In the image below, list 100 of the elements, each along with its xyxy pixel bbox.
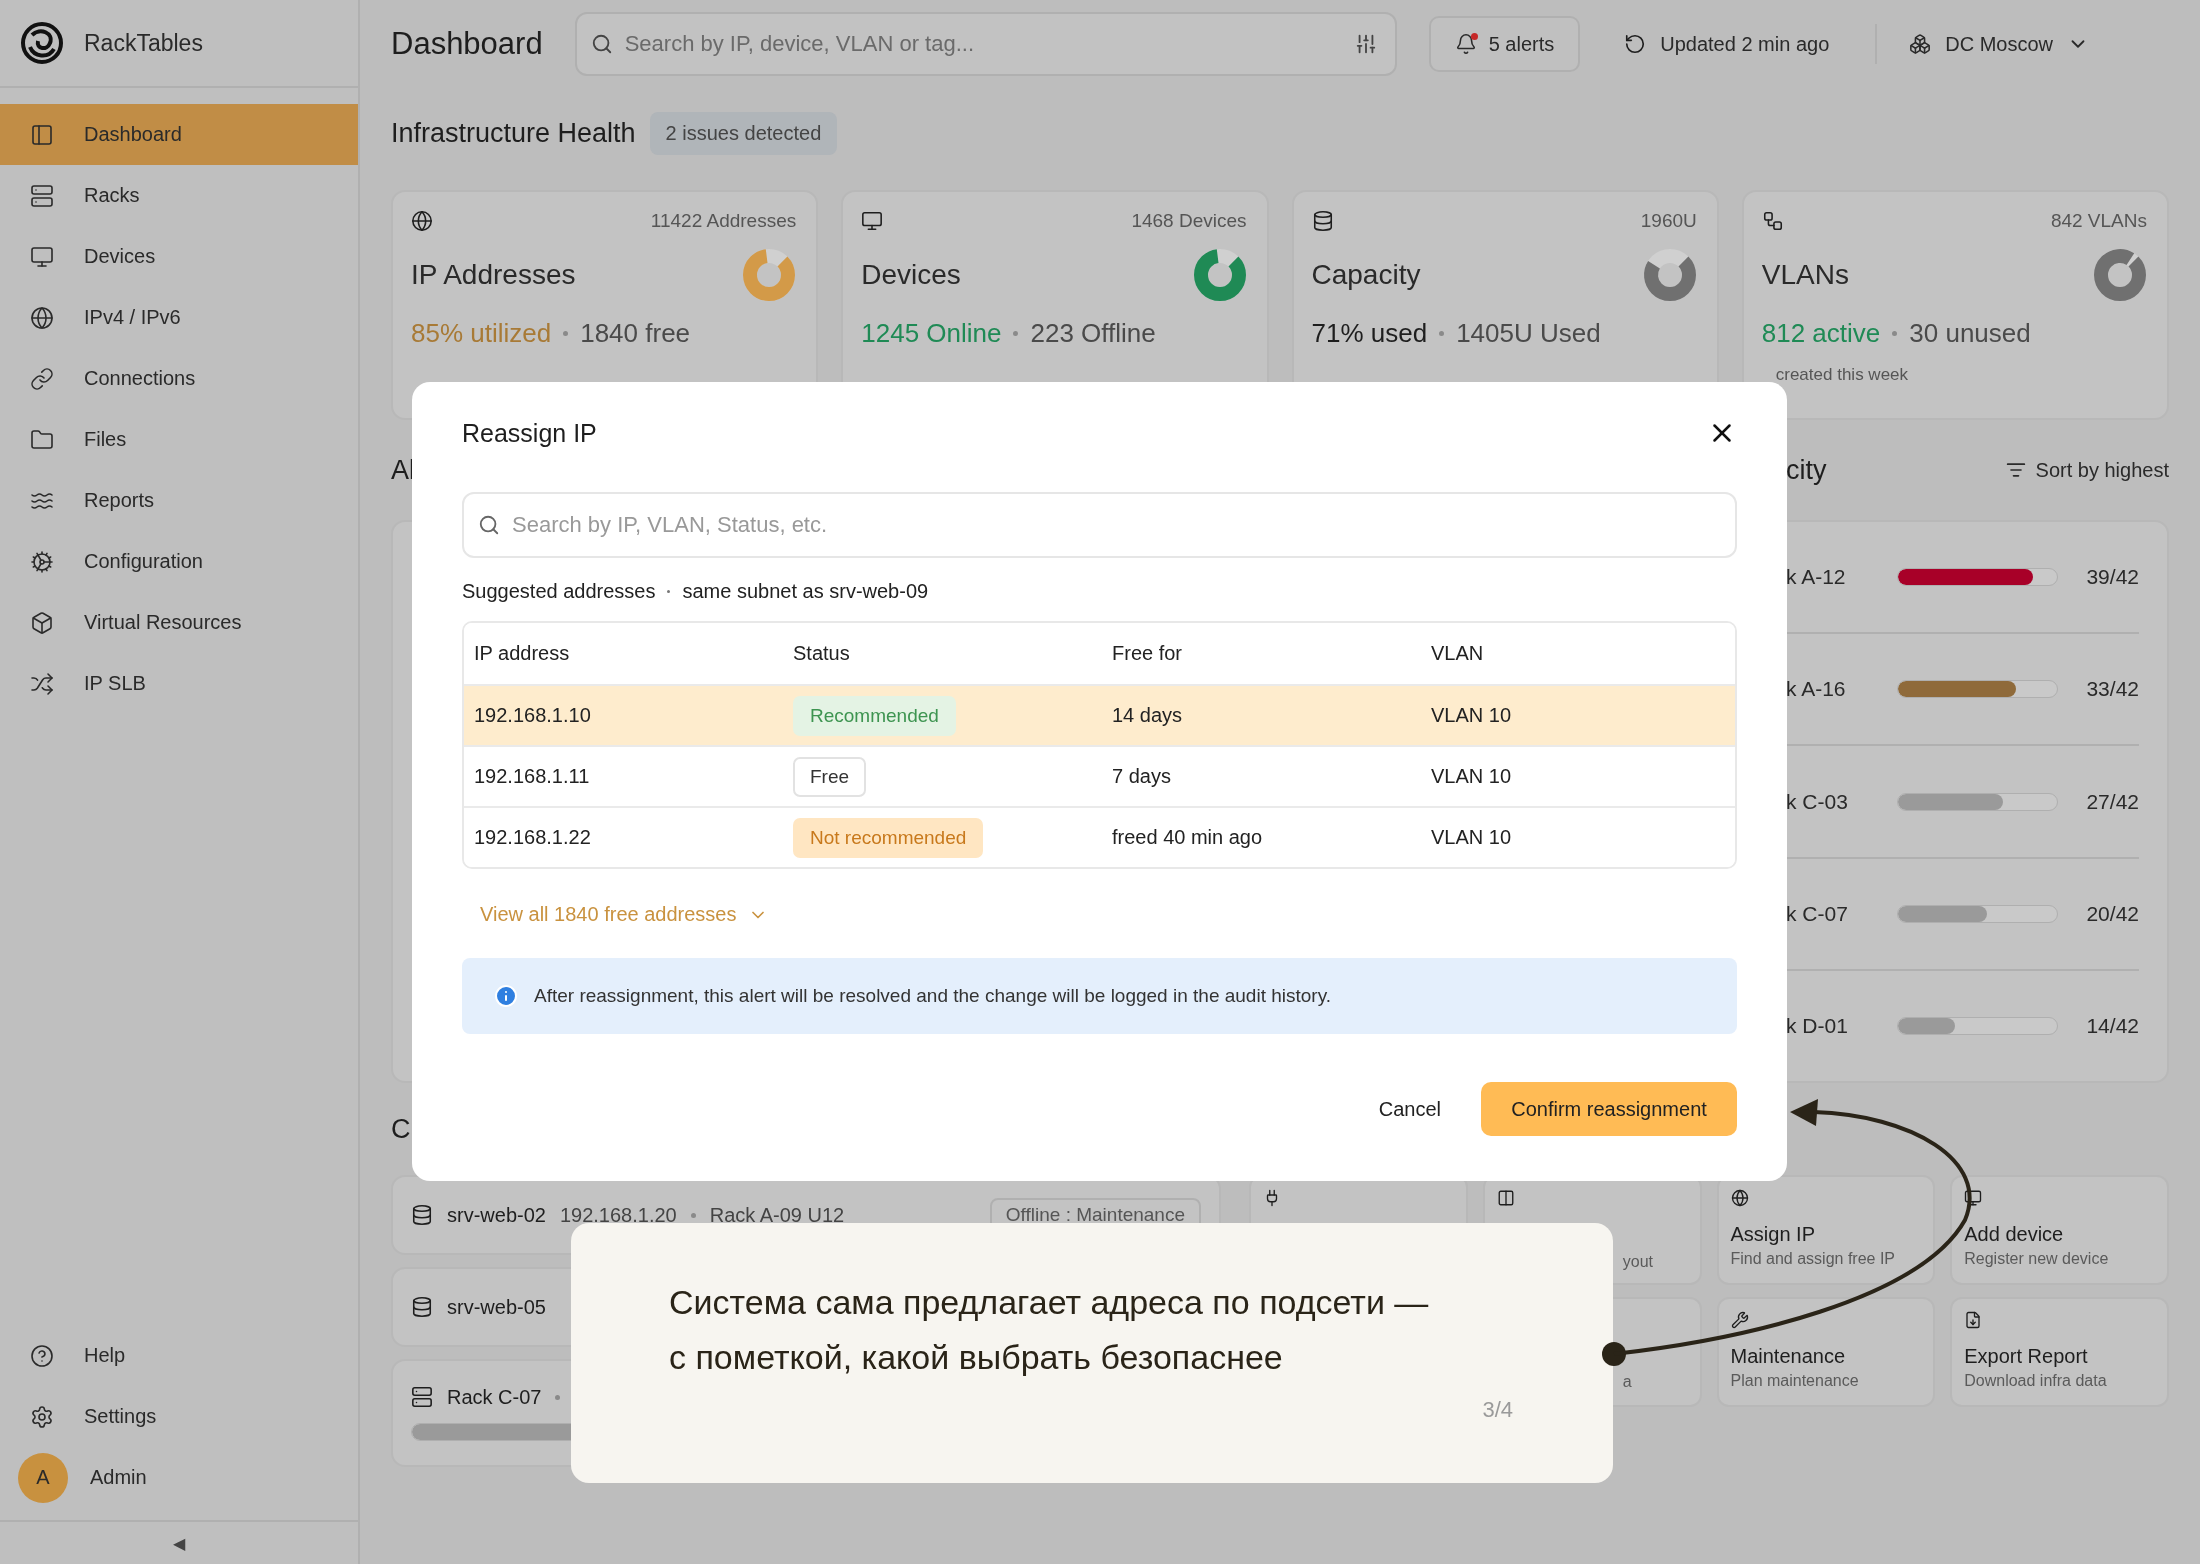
column-header: Free for xyxy=(1112,642,1184,665)
user-menu[interactable]: A Admin xyxy=(0,1447,358,1508)
action-subtitle: Plan maintenance xyxy=(1730,1372,1860,1390)
location-dropdown[interactable]: DC Moscow xyxy=(1909,32,2090,56)
help-icon xyxy=(30,1343,54,1368)
step-counter: 3/4 xyxy=(1482,1397,1513,1423)
collapse-button[interactable]: ◀ xyxy=(173,1533,185,1553)
metric-title: VLANs xyxy=(1761,259,1849,291)
table-cell-text: VLAN 10 xyxy=(1431,704,1513,727)
donut-chart xyxy=(1642,248,1697,302)
nav-item[interactable]: IP SLB xyxy=(0,653,358,714)
column-header: Status xyxy=(793,642,851,665)
filter-icon[interactable] xyxy=(1354,33,1377,55)
wrench-icon xyxy=(1730,1311,1749,1329)
metric-title: Devices xyxy=(861,259,961,291)
globe-icon xyxy=(411,210,433,232)
status-badge: Free xyxy=(793,756,867,797)
action-title: Export Report xyxy=(1964,1345,2089,1368)
metric-highlight: 1245 Online xyxy=(861,318,1002,349)
quick-action-card[interactable]: Assign IP Find and assign free IP xyxy=(1716,1175,1936,1285)
nav-item[interactable]: Settings xyxy=(0,1386,358,1447)
panel-icon xyxy=(30,122,54,147)
nav-item[interactable]: Racks xyxy=(0,165,358,226)
metric-title: Capacity xyxy=(1311,259,1421,291)
confirm-button[interactable]: Confirm reassignment xyxy=(1481,1082,1737,1136)
metric-highlight: 812 active xyxy=(1761,318,1881,349)
donut-chart xyxy=(1192,248,1247,302)
action-subtitle: yout xyxy=(1622,1253,1654,1271)
quick-action-card[interactable]: Add device Register new device xyxy=(1950,1175,2169,1285)
capacity-reading: 14/42 xyxy=(2086,1013,2139,1038)
suggested-note: same subnet as srv-web-09 xyxy=(682,580,929,603)
info-text: After reassignment, this alert will be resolved and the change will be logged in the audit history. xyxy=(534,985,1332,1007)
address-row[interactable]: 192.168.1.22 Not recommended freed 40 min ago VLAN 10 xyxy=(464,806,1735,867)
cancel-button[interactable]: Cancel xyxy=(1358,1085,1461,1133)
rack-name: Rack C-07 xyxy=(447,1385,542,1409)
metric-detail: 30 unused xyxy=(1909,318,2031,349)
nav-item[interactable]: Dashboard xyxy=(0,104,358,165)
section-title: Infrastructure Health xyxy=(391,117,636,149)
search-icon xyxy=(590,33,613,55)
server-icon xyxy=(411,1386,433,1408)
file-download-icon xyxy=(1964,1311,1983,1329)
nav-item[interactable]: Connections xyxy=(0,348,358,409)
action-title: Add device xyxy=(1964,1223,2065,1246)
server-icon xyxy=(30,183,54,208)
search-icon xyxy=(478,514,500,536)
columns-icon xyxy=(1496,1189,1515,1207)
database-icon xyxy=(411,1204,433,1226)
nav-item[interactable]: Configuration xyxy=(0,531,358,592)
network-icon xyxy=(1761,210,1784,232)
alerts-button[interactable]: 5 alerts xyxy=(1428,16,1581,72)
nav-item[interactable]: IPv4 / IPv6 xyxy=(0,287,358,348)
nav-item[interactable]: Help xyxy=(0,1325,358,1386)
search-field[interactable]: Search by IP, device, VLAN or tag... xyxy=(574,12,1397,76)
quick-action-card[interactable]: Export Report Download infra data xyxy=(1950,1297,2169,1407)
metric-title: IP Addresses xyxy=(411,259,576,291)
tour-text: Система сама предлагает адреса по подсети — с пометкой, какой выбрать безопаснее xyxy=(669,1282,1430,1378)
refresh-icon[interactable] xyxy=(1624,33,1647,55)
metric-detail: 1405U Used xyxy=(1456,318,1601,349)
box-icon xyxy=(30,610,54,635)
cog-icon xyxy=(30,549,54,574)
nav-item[interactable]: Files xyxy=(0,409,358,470)
donut-chart xyxy=(742,248,797,302)
metric-count: 11422 Addresses xyxy=(650,210,797,232)
shuffle-icon xyxy=(30,671,54,696)
status-badge: Recommended xyxy=(793,695,956,736)
action-subtitle: a xyxy=(1622,1373,1633,1391)
globe-icon xyxy=(1730,1189,1749,1207)
globe-icon xyxy=(30,305,54,330)
page-title: Dashboard xyxy=(391,26,543,62)
donut-chart xyxy=(2093,248,2147,302)
column-header: IP address xyxy=(474,642,571,665)
table-cell-text: freed 40 min ago xyxy=(1112,826,1264,849)
metric-highlight: 85% utilized xyxy=(411,318,552,349)
section-title: C xyxy=(391,1113,411,1145)
info-icon xyxy=(494,984,518,1008)
action-subtitle: Find and assign free IP xyxy=(1730,1250,1897,1268)
device-ip: 192.168.1.20 xyxy=(559,1203,677,1227)
monitor-icon xyxy=(1964,1189,1983,1207)
sort-button[interactable]: Sort by highest xyxy=(2005,458,2169,482)
nav-item[interactable]: Devices xyxy=(0,226,358,287)
rack-name: k A-16 xyxy=(1786,677,1847,702)
table-cell-text: 7 days xyxy=(1112,765,1172,788)
nav-item[interactable]: Reports xyxy=(0,470,358,531)
avatar: A xyxy=(18,1452,68,1503)
metric-count: 842 VLANs xyxy=(2050,210,2147,232)
address-row[interactable]: 192.168.1.10 Recommended 14 days VLAN 10 xyxy=(464,684,1735,745)
device-location: Rack A-09 U12 xyxy=(709,1203,845,1227)
dialog-title: Reassign IP xyxy=(462,418,597,448)
table-cell-text: 192.168.1.22 xyxy=(474,826,592,849)
table-cell-text: 192.168.1.11 xyxy=(474,765,591,788)
quick-action-card[interactable]: Maintenance Plan maintenance xyxy=(1716,1297,1936,1407)
database-icon xyxy=(1311,210,1334,232)
table-cell-text: VLAN 10 xyxy=(1431,765,1513,788)
logo-icon xyxy=(20,21,64,65)
metric-count: 1960U xyxy=(1640,210,1697,232)
bell-icon xyxy=(1454,33,1477,55)
status-badge: Not recommended xyxy=(793,817,984,858)
rack-name: k C-07 xyxy=(1786,901,1849,926)
nav-item[interactable]: Virtual Resources xyxy=(0,592,358,653)
boxes-icon xyxy=(1909,33,1932,55)
